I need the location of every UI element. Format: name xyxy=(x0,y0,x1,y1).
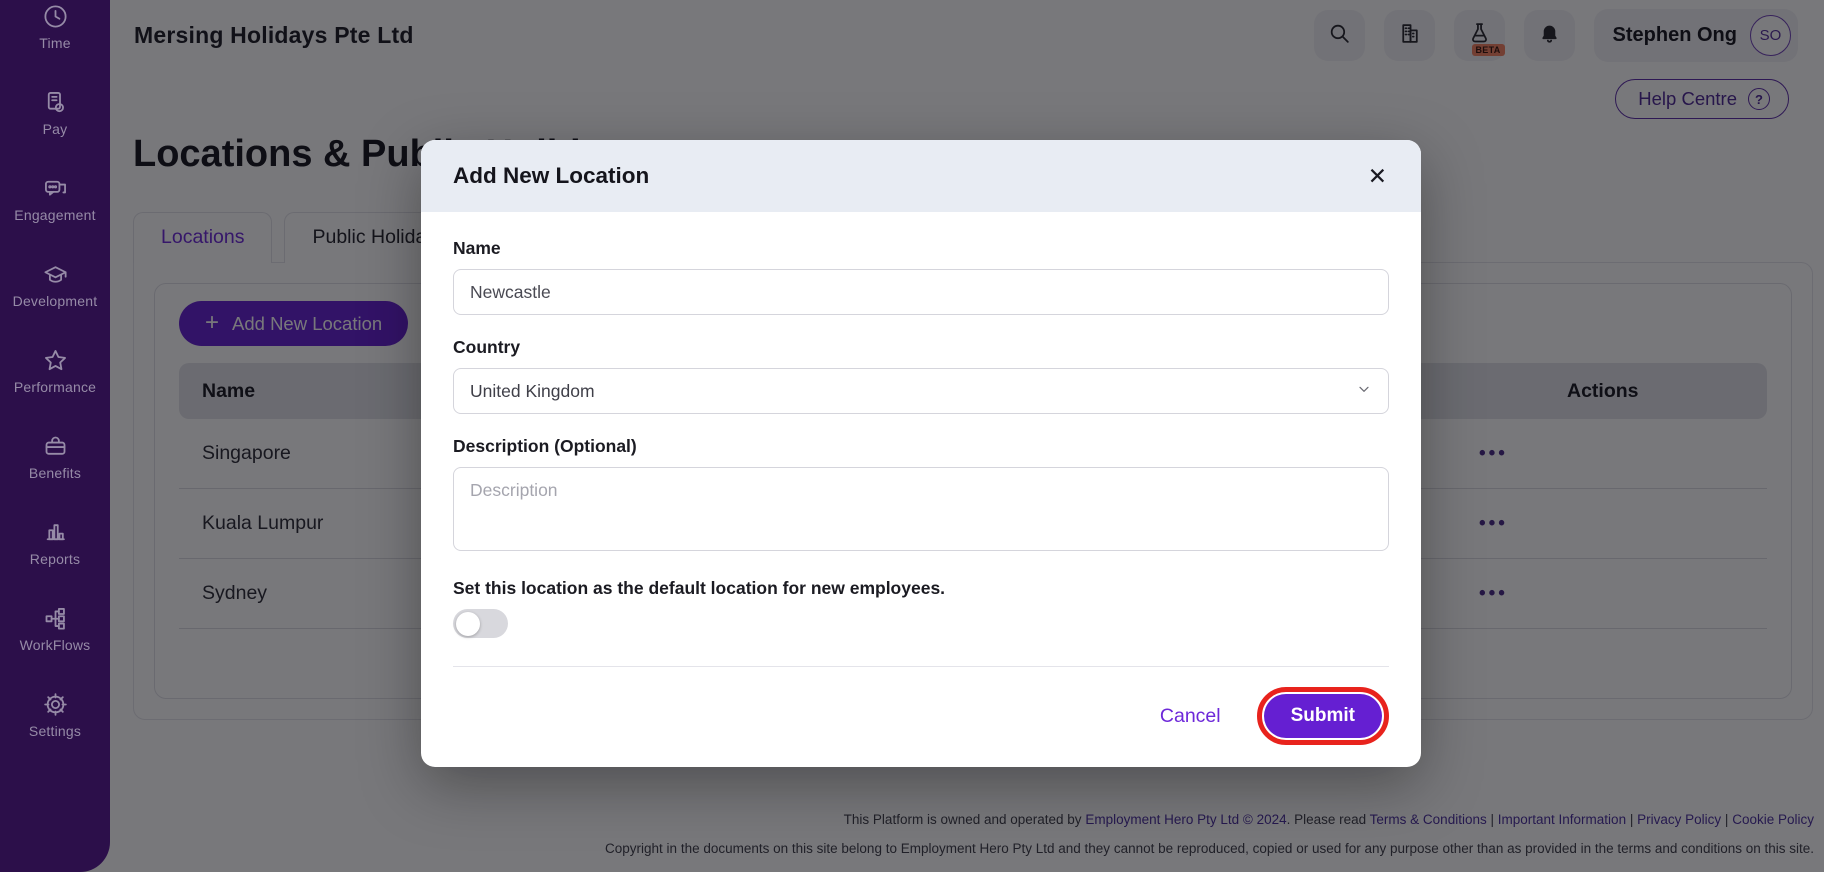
sidebar-item-label: Reports xyxy=(30,551,80,567)
sidebar-item-label: Performance xyxy=(14,379,96,395)
sidebar-item-time[interactable]: Time xyxy=(0,3,110,89)
submit-button[interactable]: Submit xyxy=(1264,694,1382,738)
cancel-button[interactable]: Cancel xyxy=(1160,705,1221,728)
sidebar: Time Pay Engagement Development Performa… xyxy=(0,0,110,872)
pay-icon xyxy=(42,89,69,116)
default-location-toggle-label: Set this location as the default locatio… xyxy=(453,578,1389,599)
sidebar-item-label: WorkFlows xyxy=(20,637,91,653)
sidebar-item-label: Benefits xyxy=(29,465,81,481)
sidebar-item-development[interactable]: Development xyxy=(0,261,110,347)
modal-title: Add New Location xyxy=(453,163,649,189)
clock-icon xyxy=(42,3,69,30)
chevron-down-icon xyxy=(1356,381,1372,402)
sidebar-item-label: Engagement xyxy=(14,207,95,223)
country-selected-value: United Kingdom xyxy=(470,381,595,402)
settings-icon xyxy=(42,691,69,718)
performance-icon xyxy=(42,347,69,374)
close-icon[interactable]: ✕ xyxy=(1368,165,1387,188)
modal-header: Add New Location ✕ xyxy=(421,140,1421,212)
modal-footer: Cancel Submit xyxy=(453,666,1389,767)
sidebar-item-workflows[interactable]: WorkFlows xyxy=(0,605,110,691)
annotation-highlight-ring: Submit xyxy=(1257,687,1389,745)
name-label: Name xyxy=(453,238,1389,259)
sidebar-item-benefits[interactable]: Benefits xyxy=(0,433,110,519)
default-location-toggle[interactable] xyxy=(453,609,508,638)
sidebar-item-settings[interactable]: Settings xyxy=(0,691,110,777)
sidebar-item-engagement[interactable]: Engagement xyxy=(0,175,110,261)
sidebar-item-reports[interactable]: Reports xyxy=(0,519,110,605)
toggle-knob xyxy=(456,612,480,636)
country-select[interactable]: United Kingdom xyxy=(453,368,1389,414)
modal-body: Name Country United Kingdom Description … xyxy=(421,212,1421,638)
name-input[interactable] xyxy=(453,269,1389,315)
benefits-icon xyxy=(42,433,69,460)
engagement-icon xyxy=(42,175,69,202)
sidebar-item-label: Pay xyxy=(43,121,68,137)
add-location-modal: Add New Location ✕ Name Country United K… xyxy=(421,140,1421,767)
development-icon xyxy=(42,261,69,288)
sidebar-item-performance[interactable]: Performance xyxy=(0,347,110,433)
description-label: Description (Optional) xyxy=(453,436,1389,457)
sidebar-item-label: Time xyxy=(39,35,70,51)
reports-icon xyxy=(42,519,69,546)
sidebar-item-pay[interactable]: Pay xyxy=(0,89,110,175)
description-textarea[interactable] xyxy=(453,467,1389,551)
sidebar-item-label: Development xyxy=(13,293,98,309)
sidebar-item-label: Settings xyxy=(29,723,81,739)
country-label: Country xyxy=(453,337,1389,358)
workflows-icon xyxy=(42,605,69,632)
